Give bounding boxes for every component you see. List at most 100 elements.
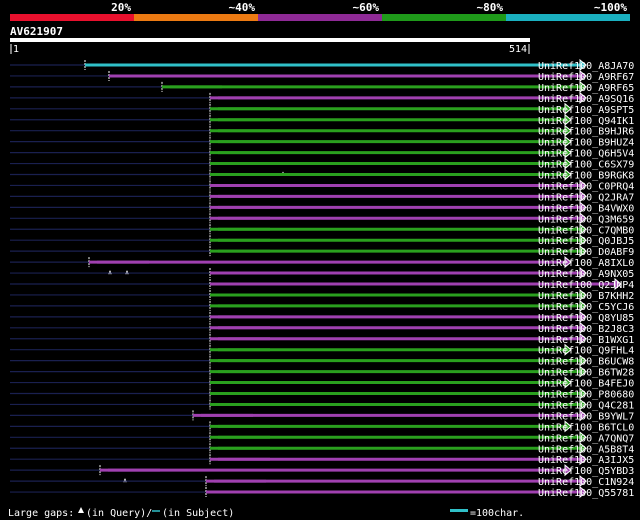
hit-row: UniRef100_A9NX05 <box>10 266 634 280</box>
hit-label: UniRef100_C1N924 <box>538 477 634 488</box>
hit-label: UniRef100_P80680 <box>538 390 634 401</box>
hit-label: UniRef100_Q8YU85 <box>538 313 634 324</box>
hit-label: UniRef100_B7KHH2 <box>538 291 634 302</box>
hit-row: UniRef100_C7QMB0 <box>10 223 634 236</box>
hit-label: UniRef100_B9HUZ4 <box>538 138 634 149</box>
alignment-chart: 20% ~40% ~60% ~80% ~100% AV621907 1 514 UniRef… <box>8 1 634 519</box>
hit-label: UniRef100_B6TW28 <box>538 368 634 379</box>
hit-label: UniRef100_B6UCW8 <box>538 357 634 368</box>
hit-row: UniRef100_C5YCJ6 <box>10 299 634 313</box>
footer: Large gaps: (in Query)/ (in Subject) =100ch… <box>8 507 524 519</box>
hit-row: UniRef100_B4FEJ0 <box>10 376 634 390</box>
legend-swatch <box>506 14 630 21</box>
hit-row: UniRef100_Q6H5V4 <box>10 146 634 160</box>
hit-row: UniRef100_B6UCW8 <box>10 354 634 368</box>
hit-row: UniRef100_A7QNQ7 <box>10 431 634 444</box>
hit-row: UniRef100_B6TCL0 <box>10 420 634 433</box>
hit-label: UniRef100_Q55781 <box>538 488 634 499</box>
hit-label: UniRef100_A8JA70 <box>538 61 634 72</box>
hit-label: UniRef100_A9RF67 <box>538 72 634 83</box>
hit-label: UniRef100_Q3M659 <box>538 214 634 225</box>
query-end-label: 514 <box>509 44 527 55</box>
hit-label: UniRef100_A9SPT5 <box>538 105 634 116</box>
hit-row: UniRef100_A9RF65 <box>10 80 634 94</box>
legend-label: ~80% <box>477 1 504 14</box>
hit-row: UniRef100_A9RF67 <box>10 69 634 83</box>
hit-row: UniRef100_P80680 <box>10 387 634 401</box>
hit-row: UniRef100_A5B8T4 <box>10 442 634 455</box>
hit-row: UniRef100_B9HJR6 <box>10 124 634 138</box>
hit-row: UniRef100_Q9FHL4 <box>10 343 634 357</box>
hit-label: UniRef100_Q4C281 <box>538 400 634 411</box>
legend-label: ~60% <box>353 1 380 14</box>
hit-row: UniRef100_A9SPT5 <box>10 102 634 116</box>
hit-label: UniRef100_A8IXL0 <box>538 258 634 269</box>
hit-label: UniRef100_B9YWL7 <box>538 411 634 422</box>
hit-label: UniRef100_B4VWX0 <box>538 203 634 214</box>
query-start-label: 1 <box>13 44 19 55</box>
scale-label: =100char. <box>470 508 524 519</box>
hit-label: UniRef100_C0PRQ4 <box>538 181 634 192</box>
legend-swatch <box>134 14 258 21</box>
hit-label: UniRef100_B9HJR6 <box>538 127 634 138</box>
hit-row: UniRef100_B7KHH2 <box>10 288 634 302</box>
hit-row: UniRef100_D0ABF9 <box>10 245 634 258</box>
hit-label: UniRef100_Q2JRA7 <box>538 192 634 203</box>
query-header: AV621907 1 514 <box>10 25 530 55</box>
legend-label: 20% <box>111 1 131 14</box>
hit-label: UniRef100_Q5YBD3 <box>538 466 634 477</box>
legend-label: ~100% <box>594 1 627 14</box>
hit-label: UniRef100_B6TCL0 <box>538 422 634 433</box>
hit-label: UniRef100_A5B8T4 <box>538 444 634 455</box>
query-name: AV621907 <box>10 25 63 38</box>
hit-label: UniRef100_Q9FHL4 <box>538 346 634 357</box>
hit-row: UniRef100_Q0JBJ5 <box>10 234 634 247</box>
hit-label: UniRef100_C6SX79 <box>538 160 634 171</box>
hit-row: UniRef100_B1WXG1 <box>10 332 634 346</box>
hit-row: UniRef100_A3IJX5 <box>10 453 634 466</box>
hit-row: UniRef100_C0PRQ4 <box>10 179 634 192</box>
hit-label: UniRef100_Q6H5V4 <box>538 149 634 160</box>
legend-label: ~40% <box>229 1 256 14</box>
hit-label: UniRef100_A3IJX5 <box>538 455 634 466</box>
hit-row: UniRef100_Q55781 <box>10 485 634 499</box>
hit-label: UniRef100_C7QMB0 <box>538 225 634 236</box>
identity-legend: 20% ~40% ~60% ~80% ~100% <box>10 1 630 21</box>
hit-row: UniRef100_Q3M659 <box>10 212 634 225</box>
hit-row: UniRef100_A8JA70 <box>10 58 634 72</box>
hit-label: UniRef100_Q0JBJ5 <box>538 236 634 247</box>
hit-label: UniRef100_B9RGK8 <box>538 171 634 182</box>
hit-row: UniRef100_B6TW28 <box>10 365 634 379</box>
footer-gaps-query: (in Query)/ <box>86 508 152 519</box>
scale-bar <box>450 509 468 512</box>
legend-swatch <box>10 14 134 21</box>
hit-row: UniRef100_B9HUZ4 <box>10 135 634 149</box>
hit-row: UniRef100_Q8YU85 <box>10 310 634 324</box>
footer-gaps-prefix: Large gaps: <box>8 508 74 519</box>
footer-gaps-subject: (in Subject) <box>162 508 234 519</box>
hit-label: UniRef100_A9SQ16 <box>538 94 634 105</box>
hit-label: UniRef100_B4FEJ0 <box>538 379 634 390</box>
hit-list: UniRef100_A8JA70UniRef100_A9RF67UniRef10… <box>10 58 634 499</box>
legend-swatch <box>382 14 506 21</box>
query-gap-legend-icon <box>78 507 84 513</box>
hit-row: UniRef100_Q2JNP4 <box>10 277 634 291</box>
hit-label: UniRef100_A9RF65 <box>538 83 634 94</box>
query-ruler <box>10 38 530 42</box>
hit-row: UniRef100_B9YWL7 <box>10 409 634 422</box>
hit-label: UniRef100_D0ABF9 <box>538 247 634 258</box>
hit-label: UniRef100_Q2JNP4 <box>538 280 634 291</box>
hit-row: UniRef100_C1N924 <box>10 475 634 488</box>
hit-label: UniRef100_C5YCJ6 <box>538 302 634 313</box>
hit-row: UniRef100_Q4C281 <box>10 398 634 411</box>
hit-label: UniRef100_Q94IK1 <box>538 116 634 127</box>
hit-row: UniRef100_B9RGK8 <box>10 168 634 182</box>
hit-row: UniRef100_B2J8C3 <box>10 321 634 335</box>
hit-label: UniRef100_B2J8C3 <box>538 324 634 335</box>
hit-row: UniRef100_A9SQ16 <box>10 91 634 105</box>
hit-row: UniRef100_Q94IK1 <box>10 113 634 127</box>
hit-row: UniRef100_B4VWX0 <box>10 201 634 214</box>
hit-label: UniRef100_A7QNQ7 <box>538 433 634 444</box>
legend-swatch <box>258 14 382 21</box>
hit-label: UniRef100_B1WXG1 <box>538 335 634 346</box>
